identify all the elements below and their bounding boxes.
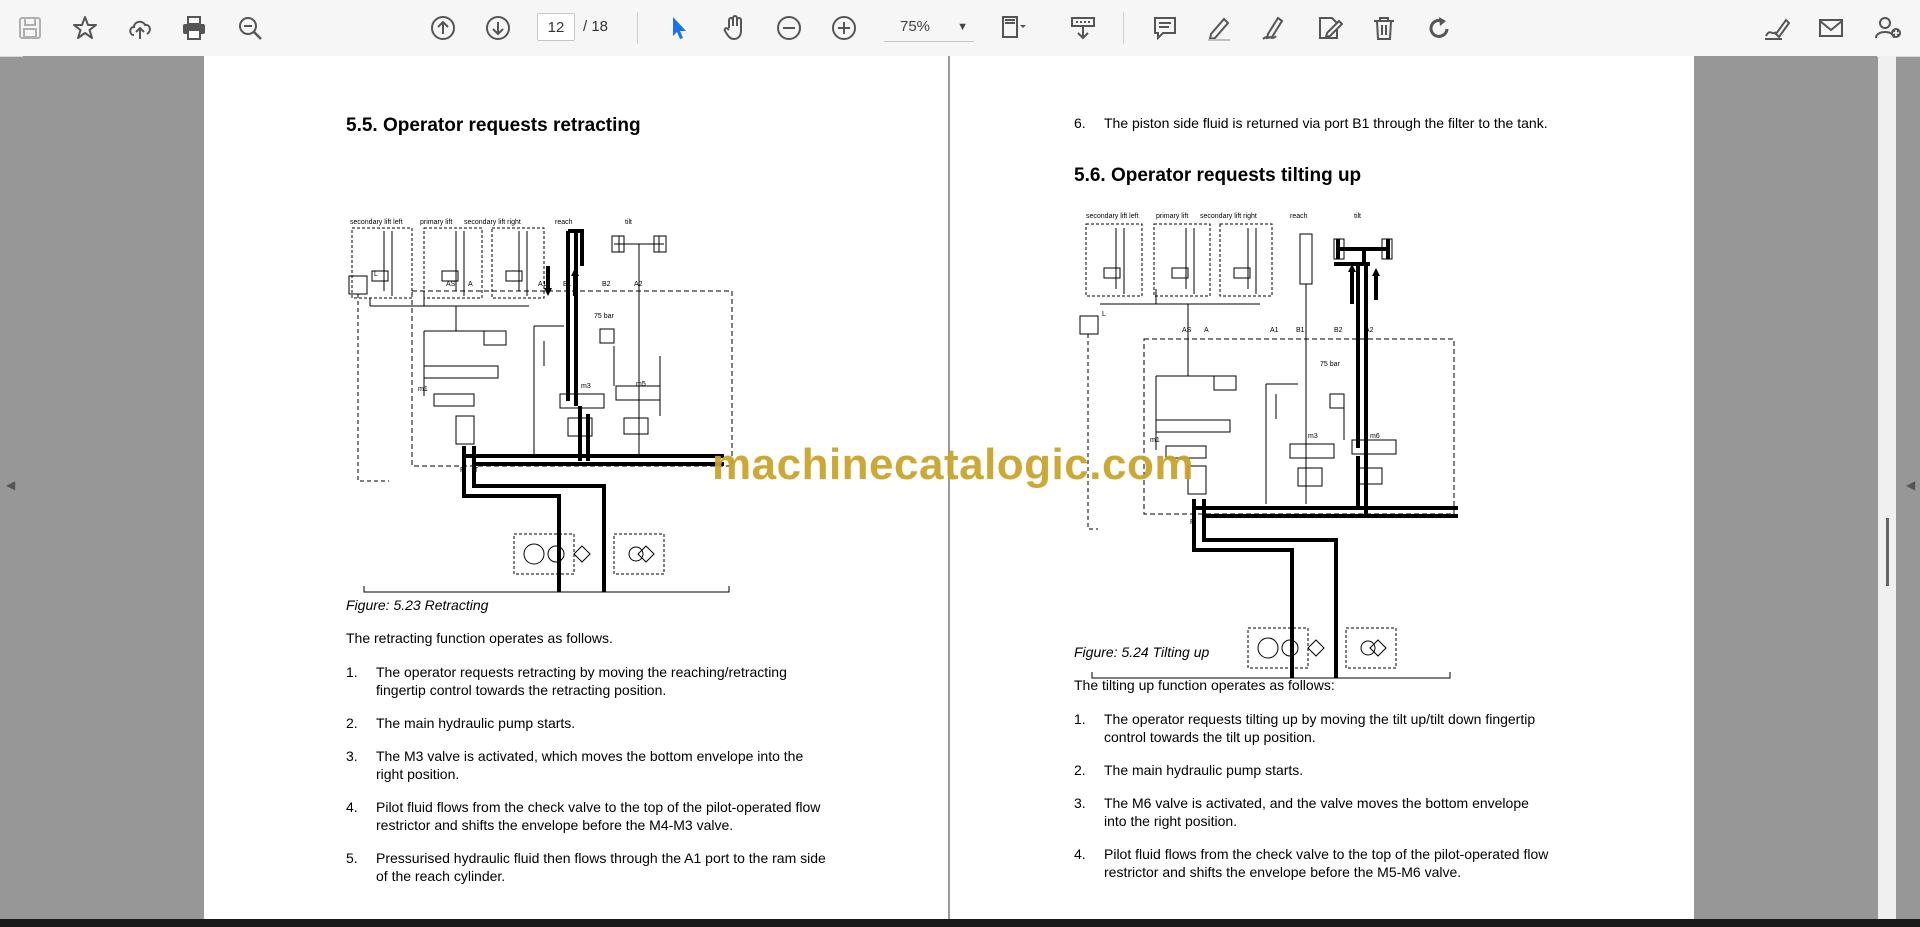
diagram-label: secondary lift right bbox=[1200, 213, 1257, 220]
chevron-down-icon: ▼ bbox=[957, 21, 968, 33]
save-icon[interactable] bbox=[12, 10, 48, 46]
list-text: The operator requests tilting up by movi… bbox=[1104, 711, 1536, 745]
diagram-label: m1 bbox=[418, 386, 428, 393]
figure-caption: Figure: 5.24 Tilting up bbox=[1074, 644, 1210, 660]
diagram-label: secondary lift right bbox=[464, 219, 521, 226]
diagram-label: tilt bbox=[1354, 213, 1361, 220]
diagram-label: A bbox=[1204, 327, 1209, 334]
hand-tool-icon[interactable] bbox=[716, 10, 752, 46]
select-cursor-icon[interactable] bbox=[661, 10, 697, 46]
stamp-icon[interactable] bbox=[1311, 10, 1347, 46]
list-number: 2. bbox=[1074, 762, 1086, 778]
list-number: 3. bbox=[346, 748, 358, 764]
section-heading: 5.5. Operator requests retracting bbox=[346, 115, 641, 136]
list-number: 1. bbox=[1074, 711, 1086, 727]
print-icon[interactable] bbox=[176, 10, 212, 46]
list-number: 4. bbox=[1074, 846, 1086, 862]
zoom-in-icon[interactable] bbox=[826, 10, 862, 46]
diagram-label: reach bbox=[555, 219, 573, 226]
list-text: The main hydraulic pump starts. bbox=[376, 715, 576, 731]
zoom-select[interactable]: 75% ▼ bbox=[884, 13, 974, 42]
zoom-value: 75% bbox=[900, 18, 931, 35]
diagram-label: m3 bbox=[1308, 433, 1318, 440]
scroll-mode-icon[interactable] bbox=[1065, 10, 1101, 46]
diagram-label: A1 bbox=[1270, 327, 1279, 334]
diagram-label: AS bbox=[1182, 327, 1192, 334]
draw-icon[interactable] bbox=[1256, 10, 1292, 46]
page-down-icon[interactable] bbox=[480, 10, 516, 46]
left-panel-toggle-icon[interactable]: ◀ bbox=[6, 478, 15, 492]
list-text: The M6 valve is activated, and the valve… bbox=[1104, 795, 1529, 829]
section-heading: 5.6. Operator requests tilting up bbox=[1074, 165, 1362, 186]
list-number: 2. bbox=[346, 715, 358, 731]
diagram-label: B2 bbox=[602, 281, 611, 288]
zoom-out-icon[interactable] bbox=[771, 10, 807, 46]
bookmark-star-icon[interactable] bbox=[67, 10, 103, 46]
list-text: The operator requests retracting by movi… bbox=[376, 664, 787, 698]
list-number: 3. bbox=[1074, 795, 1086, 811]
delete-icon[interactable] bbox=[1366, 10, 1402, 46]
diagram-label: B2 bbox=[1334, 327, 1343, 334]
rotate-icon[interactable] bbox=[1421, 10, 1457, 46]
diagram-label: secondary lift left bbox=[350, 219, 403, 226]
scrollbar-thumb[interactable] bbox=[1886, 518, 1889, 586]
diagram-label: 75 bar bbox=[1320, 361, 1341, 368]
diagram-label: tilt bbox=[625, 219, 632, 226]
vertical-scrollbar[interactable] bbox=[1878, 56, 1896, 919]
diagram-label: A bbox=[468, 281, 473, 288]
search-zoom-icon[interactable] bbox=[232, 10, 268, 46]
list-text: Pressurised hydraulic fluid then flows t… bbox=[376, 850, 826, 884]
page-total: / 18 bbox=[583, 18, 609, 35]
toolbar-divider bbox=[1123, 12, 1124, 44]
diagram-label: A2 bbox=[634, 281, 643, 288]
list-text: Pilot fluid flows from the check valve t… bbox=[1104, 846, 1549, 880]
highlight-pen-icon[interactable] bbox=[1201, 10, 1237, 46]
page-number-input[interactable]: 12 bbox=[537, 13, 575, 41]
watermark: machinecatalogic.com bbox=[712, 440, 1194, 489]
fit-page-icon[interactable] bbox=[995, 10, 1031, 46]
sign-icon[interactable] bbox=[1758, 10, 1794, 46]
list-text: Pilot fluid flows from the check valve t… bbox=[376, 799, 821, 833]
diagram-label: m5 bbox=[636, 381, 646, 388]
diagram-label: reach bbox=[1290, 213, 1308, 220]
diagram-label: secondary lift left bbox=[1086, 213, 1139, 220]
upload-cloud-icon[interactable] bbox=[122, 10, 158, 46]
toolbar: 12 / 18 75% ▼ bbox=[0, 0, 1920, 57]
right-panel-toggle-icon[interactable]: ◀ bbox=[1906, 478, 1915, 492]
page-up-icon[interactable] bbox=[425, 10, 461, 46]
list-text: The main hydraulic pump starts. bbox=[1104, 762, 1304, 778]
list-number: 5. bbox=[346, 850, 358, 866]
figure-caption: Figure: 5.23 Retracting bbox=[346, 597, 489, 613]
list-text: The M3 valve is activated, which moves t… bbox=[376, 748, 804, 782]
toolbar-divider bbox=[637, 12, 638, 44]
diagram-label: primary lift bbox=[1156, 213, 1188, 220]
diagram-label: AS bbox=[446, 281, 456, 288]
list-number: 6. bbox=[1074, 115, 1086, 131]
intro-paragraph: The tilting up function operates as foll… bbox=[1074, 677, 1335, 693]
diagram-label: 75 bar bbox=[594, 313, 615, 320]
hydraulic-diagram-retracting: secondary lift left primary lift seconda… bbox=[348, 219, 733, 593]
diagram-label: m3 bbox=[581, 383, 591, 390]
add-user-icon[interactable] bbox=[1870, 10, 1906, 46]
diagram-label: A1 bbox=[538, 281, 547, 288]
comment-icon[interactable] bbox=[1147, 10, 1183, 46]
diagram-label: B1 bbox=[1296, 327, 1305, 334]
diagram-label: L bbox=[374, 271, 378, 278]
diagram-label: L bbox=[1102, 311, 1106, 318]
list-number: 1. bbox=[346, 664, 358, 680]
diagram-label: primary lift bbox=[420, 219, 452, 226]
list-number: 4. bbox=[346, 799, 358, 815]
diagram-label: m6 bbox=[1370, 433, 1380, 440]
taskbar-strip bbox=[0, 919, 1920, 927]
list-text: The piston side fluid is returned via po… bbox=[1104, 115, 1548, 131]
mail-icon[interactable] bbox=[1813, 10, 1849, 46]
intro-paragraph: The retracting function operates as foll… bbox=[346, 630, 613, 646]
